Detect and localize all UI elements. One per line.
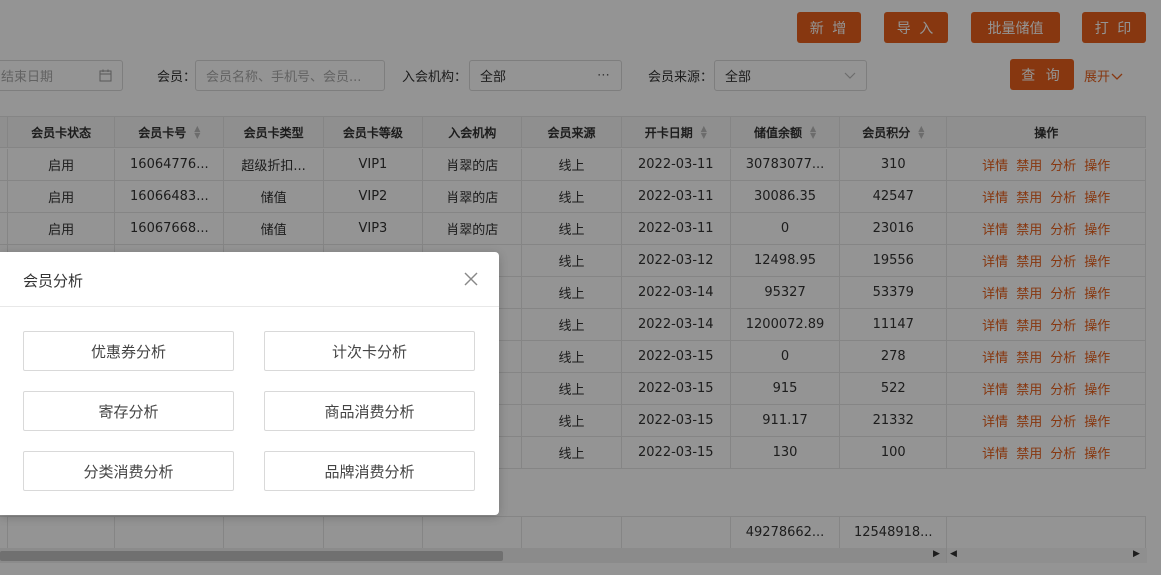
brand-consumption-analysis-button[interactable]: 品牌消费分析 xyxy=(264,451,475,491)
coupon-analysis-button[interactable]: 优惠券分析 xyxy=(23,331,234,371)
product-consumption-analysis-button[interactable]: 商品消费分析 xyxy=(264,391,475,431)
modal-title: 会员分析 xyxy=(23,272,84,290)
member-analysis-modal: 会员分析 优惠券分析 计次卡分析 寄存分析 商品消费分析 分类消费分析 品牌消费… xyxy=(0,252,499,515)
count-card-analysis-button[interactable]: 计次卡分析 xyxy=(264,331,475,371)
storage-analysis-button[interactable]: 寄存分析 xyxy=(23,391,234,431)
modal-divider xyxy=(0,306,499,307)
close-icon[interactable] xyxy=(462,270,480,288)
member-list-page: 新 增 导 入 批量储值 打 印 结束日期 会员： 会员名称、手机号、会员...… xyxy=(0,0,1161,575)
category-consumption-analysis-button[interactable]: 分类消费分析 xyxy=(23,451,234,491)
